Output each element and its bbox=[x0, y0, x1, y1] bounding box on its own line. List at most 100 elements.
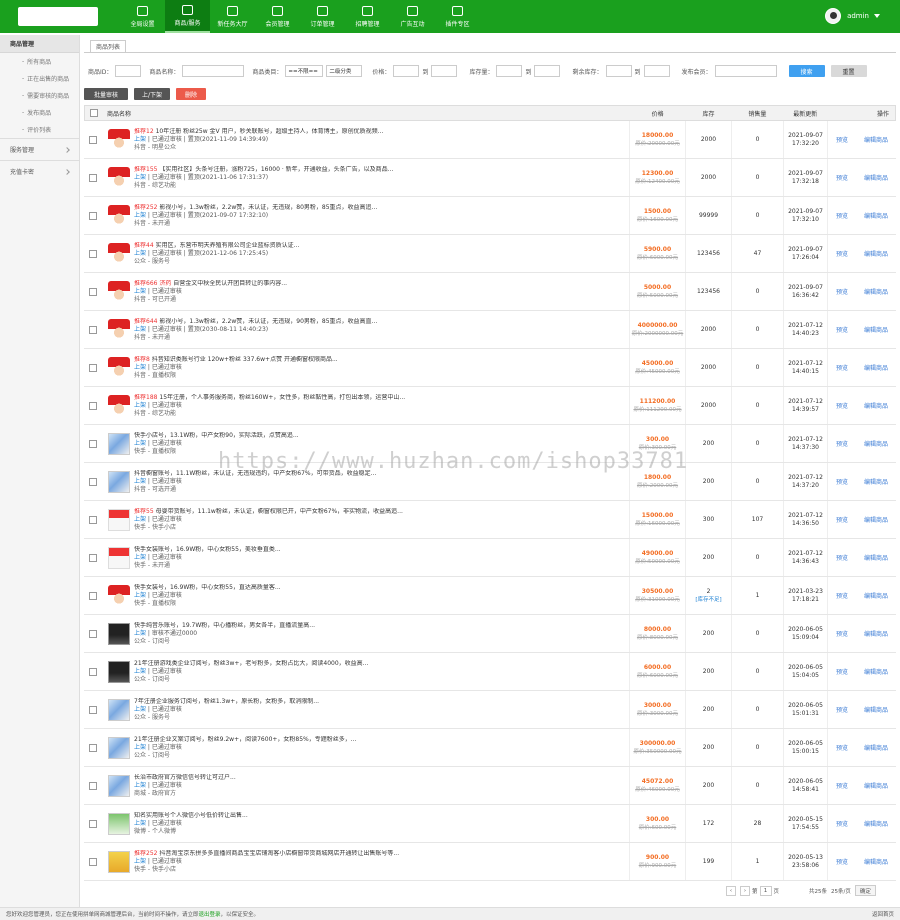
row-checkbox[interactable] bbox=[89, 287, 97, 296]
sidebar-group[interactable]: 充值卡密 bbox=[0, 160, 79, 182]
product-thumbnail[interactable] bbox=[108, 318, 130, 341]
edit-link[interactable]: 编辑商品 bbox=[864, 515, 888, 524]
product-title[interactable]: 推荐188 15年注册，个人事务服务商，粉丝160W+，女性多，粉丝黏性高，打包… bbox=[134, 394, 405, 402]
next-page-button[interactable]: › bbox=[740, 885, 750, 896]
product-title-text[interactable]: 抖音淘宝京东拼多多直播间商品宝宝店铺淘客小店橱窗带货商城网店开通转让出售账号等.… bbox=[159, 850, 399, 857]
edit-link[interactable]: 编辑商品 bbox=[864, 591, 888, 600]
product-title[interactable]: 推荐12 10年注册 粉丝25w 金V 用户，秒关联账号，超级主持人，体育博主，… bbox=[134, 128, 383, 136]
status-listed[interactable]: 上架 bbox=[134, 592, 146, 599]
member-input[interactable] bbox=[714, 65, 777, 77]
status-listed[interactable]: 上架 bbox=[134, 136, 146, 143]
product-title[interactable]: 推荐8 抖音知识类账号行业 120w+粉丝 337.6w+点赞 开通橱窗权限商品… bbox=[134, 356, 338, 364]
row-checkbox[interactable] bbox=[89, 705, 97, 714]
page-input[interactable]: 1 bbox=[759, 885, 772, 896]
edit-link[interactable]: 编辑商品 bbox=[864, 553, 888, 562]
product-title-text[interactable]: 【实用社区】头条号注册，涨粉725，16000 · 新年，开通收益，头条广告，以… bbox=[159, 166, 393, 173]
edit-link[interactable]: 编辑商品 bbox=[864, 705, 888, 714]
row-checkbox[interactable] bbox=[89, 439, 97, 448]
preview-link[interactable]: 预览 bbox=[836, 287, 848, 296]
row-checkbox[interactable] bbox=[89, 591, 97, 600]
sidebar-item[interactable]: 发布商品 bbox=[0, 104, 79, 121]
row-checkbox[interactable] bbox=[89, 249, 97, 258]
preview-link[interactable]: 预览 bbox=[836, 211, 848, 220]
row-checkbox[interactable] bbox=[89, 325, 97, 334]
status-listed[interactable]: 上架 bbox=[134, 288, 146, 295]
product-thumbnail[interactable] bbox=[108, 394, 130, 417]
product-thumbnail[interactable] bbox=[108, 774, 130, 797]
preview-link[interactable]: 预览 bbox=[836, 667, 848, 676]
product-thumbnail[interactable] bbox=[108, 432, 130, 455]
product-title[interactable]: 推荐644 影视小号，1.3w粉丝，2.2w赞，未认证，无违规，90男粉，85重… bbox=[134, 318, 377, 326]
edit-link[interactable]: 编辑商品 bbox=[864, 743, 888, 752]
product-title-text[interactable]: 10年注册 粉丝25w 金V 用户，秒关联账号，超级主持人，体育博主，原创优质视… bbox=[156, 128, 384, 135]
edit-link[interactable]: 编辑商品 bbox=[864, 477, 888, 486]
sidebar-item[interactable]: 正在出售的商品 bbox=[0, 70, 79, 87]
nav-item-0[interactable]: 全局设置 bbox=[120, 0, 165, 33]
status-listed[interactable]: 上架 bbox=[134, 554, 146, 561]
edit-link[interactable]: 编辑商品 bbox=[864, 211, 888, 220]
nav-item-7[interactable]: 插件专区 bbox=[435, 0, 480, 33]
price-min-input[interactable] bbox=[393, 65, 420, 77]
edit-link[interactable]: 编辑商品 bbox=[864, 629, 888, 638]
product-title-text[interactable]: 21年注册游戏类企业订阅号，粉丝3w+，老号粉多，女粉占比大，阅读4000，收益… bbox=[134, 660, 368, 667]
product-thumbnail[interactable] bbox=[108, 470, 130, 493]
product-title[interactable]: 推荐252 影视小号，1.3w粉丝，2.2w赞，未认证，无违规，80男粉，85重… bbox=[134, 204, 377, 212]
sidebar-section-title[interactable]: 商品管理 bbox=[0, 35, 79, 53]
reset-button[interactable]: 重置 bbox=[830, 65, 867, 77]
product-title-text[interactable]: 快手女装账号，16.9W粉，中心女粉55，美妆垂直类... bbox=[134, 546, 281, 553]
row-checkbox[interactable] bbox=[89, 401, 97, 410]
product-thumbnail[interactable] bbox=[108, 584, 130, 607]
edit-link[interactable]: 编辑商品 bbox=[864, 819, 888, 828]
product-title[interactable]: 7年注册企业服务订阅号，粉丝1.3w+，原长粉，女粉多，取消限制... bbox=[134, 698, 319, 706]
preview-link[interactable]: 预览 bbox=[836, 705, 848, 714]
product-title[interactable]: 推荐44 实用区，东营市明天养殖有限公司企业蓝标资质认证... bbox=[134, 242, 299, 250]
product-title[interactable]: 21年注册企业文案订阅号，粉丝9.2w+，阅读7600+，女粉85%，专题粉丝多… bbox=[134, 736, 356, 744]
product-title[interactable]: 快手小店号，13.1W粉，中产女粉90，实际活跃，点赞高追... bbox=[134, 432, 299, 440]
edit-link[interactable]: 编辑商品 bbox=[864, 401, 888, 410]
row-checkbox[interactable] bbox=[89, 781, 97, 790]
status-listed[interactable]: 上架 bbox=[134, 516, 146, 523]
status-listed[interactable]: 上架 bbox=[134, 364, 146, 371]
bulk-approve-button[interactable]: 批量审核 bbox=[84, 88, 128, 100]
preview-link[interactable]: 预览 bbox=[836, 401, 848, 410]
product-thumbnail[interactable] bbox=[108, 128, 130, 151]
product-thumbnail[interactable] bbox=[108, 204, 130, 227]
product-thumbnail[interactable] bbox=[108, 850, 130, 873]
select-all-checkbox[interactable] bbox=[89, 109, 98, 117]
go-button[interactable]: 确定 bbox=[854, 885, 876, 896]
sidebar-item[interactable]: 需要审核的商品 bbox=[0, 87, 79, 104]
prev-page-button[interactable]: ‹ bbox=[726, 885, 736, 896]
preview-link[interactable]: 预览 bbox=[836, 819, 848, 828]
preview-link[interactable]: 预览 bbox=[836, 553, 848, 562]
preview-link[interactable]: 预览 bbox=[836, 515, 848, 524]
product-title[interactable]: 知名实用账号个人微信小号低价转让出售... bbox=[134, 812, 248, 820]
category-select[interactable]: ==不限== bbox=[285, 65, 324, 77]
edit-link[interactable]: 编辑商品 bbox=[864, 287, 888, 296]
nav-item-5[interactable]: 招聘管理 bbox=[345, 0, 390, 33]
product-title-text[interactable]: 长治市政府官方微信信号转让可过户... bbox=[134, 774, 236, 781]
avatar[interactable] bbox=[825, 8, 842, 24]
status-listed[interactable]: 上架 bbox=[134, 212, 146, 219]
product-title-text[interactable]: 21年注册企业文案订阅号，粉丝9.2w+，阅读7600+，女粉85%，专题粉丝多… bbox=[134, 736, 356, 743]
product-thumbnail[interactable] bbox=[108, 698, 130, 721]
status-listed[interactable]: 上架 bbox=[134, 174, 146, 181]
status-listed[interactable]: 上架 bbox=[134, 440, 146, 447]
search-button[interactable]: 搜索 bbox=[788, 65, 825, 77]
edit-link[interactable]: 编辑商品 bbox=[864, 439, 888, 448]
nav-item-3[interactable]: 会员管理 bbox=[255, 0, 300, 33]
preview-link[interactable]: 预览 bbox=[836, 781, 848, 790]
status-listed[interactable]: 上架 bbox=[134, 668, 146, 675]
nav-item-1[interactable]: 商品/服务 bbox=[165, 0, 210, 33]
product-title-text[interactable]: 快手小店号，13.1W粉，中产女粉90，实际活跃，点赞高追... bbox=[134, 432, 299, 439]
status-listed[interactable]: 上架 bbox=[134, 402, 146, 409]
subcategory-select[interactable]: 二级分类 bbox=[326, 65, 363, 77]
toggle-listing-button[interactable]: 上/下架 bbox=[134, 88, 170, 100]
edit-link[interactable]: 编辑商品 bbox=[864, 135, 888, 144]
status-listed[interactable]: 上架 bbox=[134, 250, 146, 257]
sidebar-item[interactable]: 所有商品 bbox=[0, 53, 79, 70]
per-page[interactable]: 25条/页 bbox=[831, 887, 851, 895]
status-listed[interactable]: 上架 bbox=[134, 478, 146, 485]
user-name[interactable]: admin bbox=[847, 12, 869, 20]
row-checkbox[interactable] bbox=[89, 667, 97, 676]
preview-link[interactable]: 预览 bbox=[836, 135, 848, 144]
